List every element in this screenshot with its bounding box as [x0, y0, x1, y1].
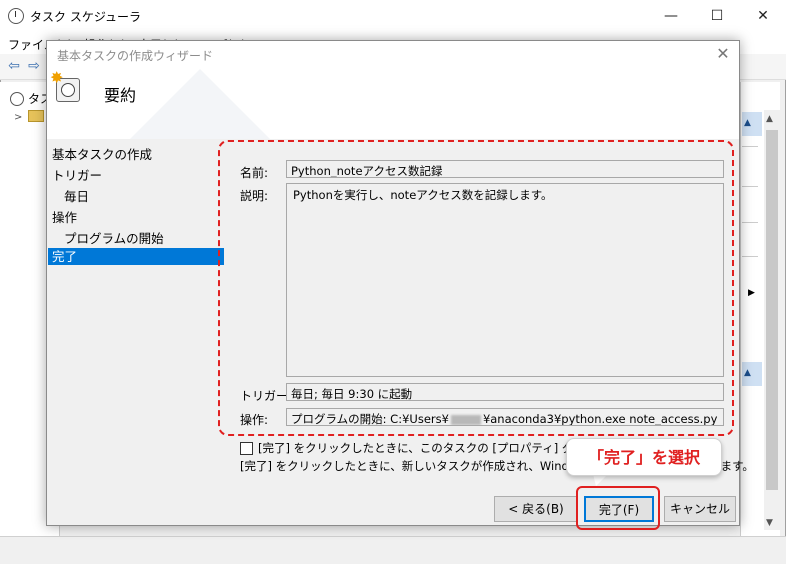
clock-icon: [10, 92, 24, 106]
collapse-up-icon[interactable]: ▲: [744, 368, 751, 378]
page-title: 要約: [104, 86, 137, 105]
cancel-button[interactable]: キャンセル: [664, 496, 736, 522]
folder-icon[interactable]: [28, 110, 44, 122]
nav-item-action: 操作: [52, 210, 78, 225]
wizard-close-button[interactable]: ✕: [712, 44, 734, 64]
collapse-up-icon[interactable]: ▲: [744, 118, 751, 128]
finish-highlight-box: [576, 486, 660, 530]
wizard-title: 基本タスクの作成ウィザード: [57, 49, 214, 63]
back-arrow-icon[interactable]: ⇦: [6, 58, 22, 74]
scroll-down-icon[interactable]: ▼: [766, 518, 773, 528]
summary-highlight-box: [218, 140, 734, 436]
divider: [742, 146, 758, 147]
back-button[interactable]: < 戻る(B): [494, 496, 578, 522]
divider: [742, 186, 758, 187]
nav-item-start-program: プログラムの開始: [64, 231, 164, 246]
nav-item-finish: 完了: [48, 248, 224, 265]
minimize-button[interactable]: —: [648, 0, 694, 32]
open-properties-checkbox[interactable]: [240, 442, 253, 455]
nav-item-create-task: 基本タスクの作成: [52, 147, 153, 162]
forward-arrow-icon[interactable]: ⇨: [26, 58, 42, 74]
scrollbar-thumb[interactable]: [766, 130, 778, 490]
clock-icon: [8, 8, 24, 24]
nav-item-daily: 毎日: [64, 189, 90, 204]
scroll-up-icon[interactable]: ▲: [766, 114, 773, 124]
star-icon: ✸: [50, 68, 64, 87]
task-scheduler-title: タスク スケジューラ: [30, 10, 141, 24]
divider: [742, 256, 758, 257]
close-button[interactable]: ✕: [740, 0, 786, 32]
triangle-right-icon[interactable]: ▶: [748, 288, 755, 298]
divider: [742, 222, 758, 223]
status-bar: [0, 536, 786, 564]
chevron-right-icon[interactable]: >: [14, 112, 22, 123]
maximize-button[interactable]: ☐: [694, 0, 740, 32]
callout-annotation: 「完了」を選択: [566, 438, 722, 476]
nav-item-trigger: トリガー: [52, 168, 103, 183]
